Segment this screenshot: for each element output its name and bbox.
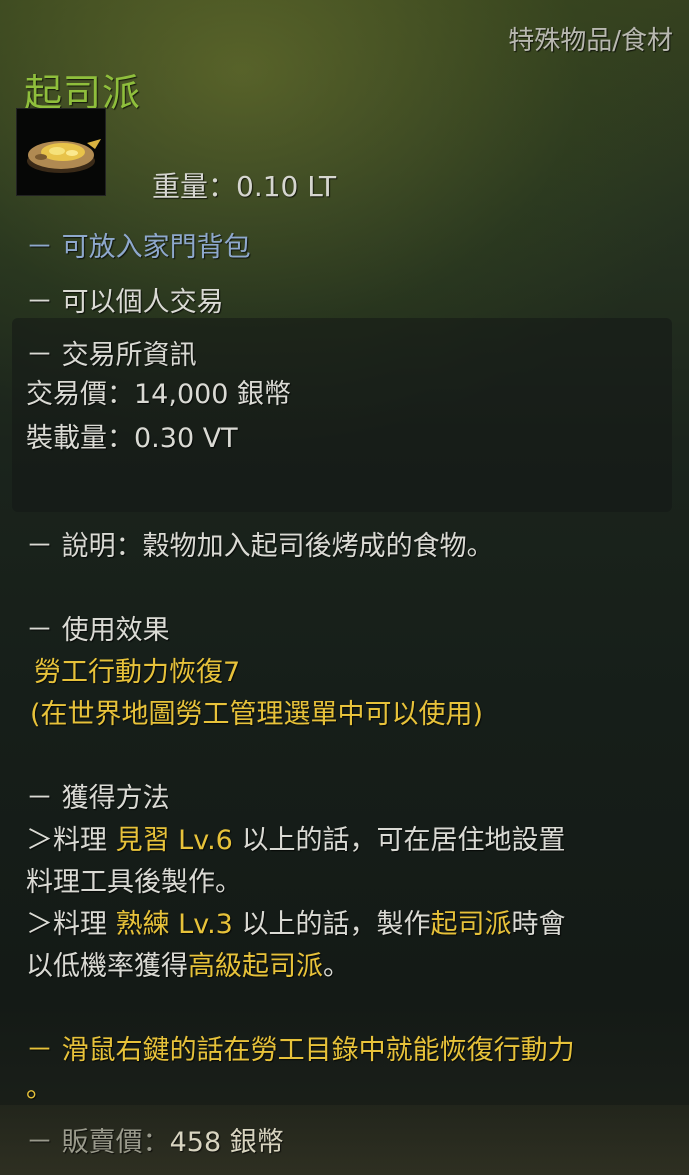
acquire-route-1: ＞料理 見習 Lv.6 以上的話，可在居住地設置	[26, 818, 565, 857]
weight-value: 0.10 LT	[236, 170, 337, 203]
acquire-header: － 獲得方法	[26, 783, 170, 814]
weight-label: 重量：	[152, 170, 237, 203]
market-load-value: 0.30 VT	[134, 423, 238, 454]
market-price-value: 14,000 銀幣	[134, 379, 292, 410]
acquire-route-2-cont-suffix: 。	[323, 951, 350, 982]
acquire-route-1-suffix: 以上的話，可在居住地設置	[232, 825, 566, 856]
right-click-note-cont: 。	[26, 1073, 53, 1104]
right-click-note: － 滑鼠右鍵的話在勞工目錄中就能恢復行動力	[26, 1035, 575, 1066]
market-load-row: 裝載量：0.30 VT	[26, 416, 238, 455]
item-tooltip: 特殊物品/食材 起司派 重量：0.10 LT － 可放入家門背包 － 可以個人交…	[0, 0, 689, 1175]
acquire-route-2-suffix: 時會	[511, 909, 566, 940]
description-label: － 說明：	[26, 531, 143, 562]
sale-price-row: － 販賣價：458 銀幣	[26, 1120, 284, 1159]
personal-trade-note: － 可以個人交易	[26, 287, 224, 318]
market-price-label: 交易價：	[26, 379, 134, 410]
weight-row: 重量：0.10 LT	[152, 165, 336, 205]
acquire-route-2-item: 起司派	[430, 909, 512, 940]
description-text: 穀物加入起司後烤成的食物。	[142, 531, 494, 562]
acquire-route-2-cont: 以低機率獲得高級起司派。	[26, 944, 350, 983]
item-category: 特殊物品/食材	[508, 26, 673, 56]
acquire-route-2-rank: 熟練 Lv.3	[115, 909, 233, 940]
market-info-header: － 交易所資訊	[26, 340, 197, 371]
sale-price-value: 458 銀幣	[169, 1127, 284, 1158]
use-effect-line-2: (在世界地圖勞工管理選單中可以使用)	[30, 699, 484, 730]
market-price-row: 交易價：14,000 銀幣	[26, 372, 291, 411]
use-effect-header: － 使用效果	[26, 615, 170, 646]
cheese-pie-icon	[16, 108, 106, 196]
acquire-route-2: ＞料理 熟練 Lv.3 以上的話，製作起司派時會	[26, 902, 565, 941]
acquire-route-2-prefix: ＞料理	[26, 909, 116, 940]
acquire-route-1-rank: 見習 Lv.6	[115, 825, 233, 856]
description-row: － 說明：穀物加入起司後烤成的食物。	[26, 524, 494, 563]
acquire-route-2-cont-prefix: 以低機率獲得	[26, 951, 188, 982]
acquire-route-2-cont-item: 高級起司派	[188, 951, 323, 982]
acquire-route-1-cont: 料理工具後製作。	[26, 867, 242, 898]
market-load-label: 裝載量：	[26, 423, 134, 454]
use-effect-line-1: 勞工行動力恢復7	[34, 657, 241, 688]
acquire-route-2-mid: 以上的話，製作	[232, 909, 431, 940]
sale-price-label: － 販賣價：	[26, 1127, 170, 1158]
acquire-route-1-prefix: ＞料理	[26, 825, 116, 856]
family-bag-note: － 可放入家門背包	[26, 232, 251, 263]
